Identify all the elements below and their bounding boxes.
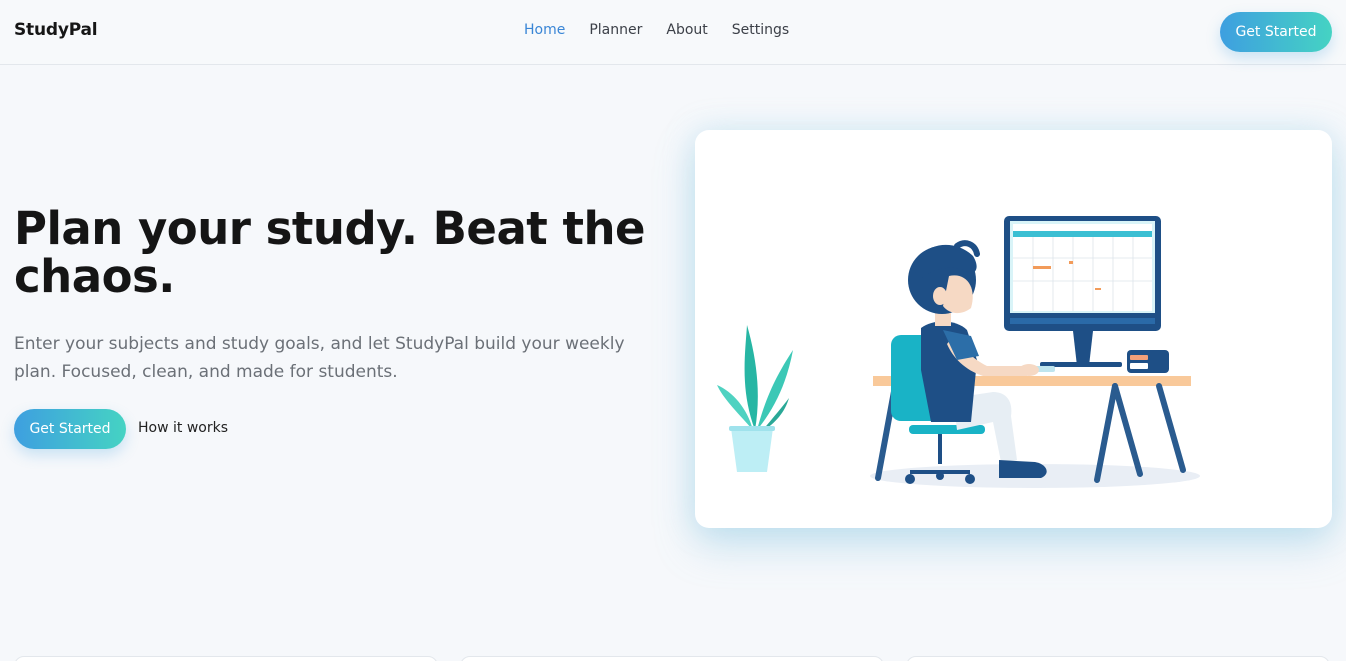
feature-card-2 bbox=[460, 656, 884, 661]
hero-get-started-button[interactable]: Get Started bbox=[14, 409, 126, 449]
hero-title: Plan your study. Beat the chaos. bbox=[14, 202, 646, 303]
nav-planner[interactable]: Planner bbox=[589, 22, 642, 38]
feature-card-1 bbox=[14, 656, 438, 661]
how-it-works-link[interactable]: How it works bbox=[138, 420, 228, 436]
feature-card-3 bbox=[906, 656, 1330, 661]
brand-logo[interactable]: StudyPal bbox=[14, 20, 98, 40]
student-at-desk-illustration bbox=[717, 216, 1200, 488]
nav-settings[interactable]: Settings bbox=[732, 22, 789, 38]
main-nav: Home Planner About Settings bbox=[524, 22, 789, 38]
nav-about[interactable]: About bbox=[666, 22, 707, 38]
nav-home[interactable]: Home bbox=[524, 22, 565, 38]
top-navbar: StudyPal Home Planner About Settings Get… bbox=[0, 0, 1346, 65]
header-get-started-button[interactable]: Get Started bbox=[1220, 12, 1332, 52]
hero-subtitle: Enter your subjects and study goals, and… bbox=[14, 334, 625, 382]
hero-illustration-card bbox=[695, 130, 1332, 528]
